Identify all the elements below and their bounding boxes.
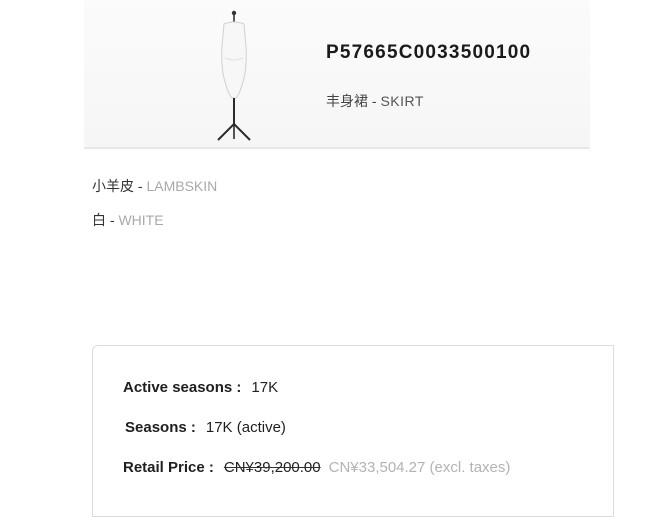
active-seasons-value: 17K — [251, 379, 279, 396]
net-price-value: CN¥33,504.27 (excl. taxes) — [328, 459, 511, 476]
color-english: WHITE — [118, 212, 164, 228]
material-english: LAMBSKIN — [146, 178, 218, 194]
seasons-value: 17K (active) — [205, 419, 286, 436]
retail-price-label: Retail Price : — [123, 459, 214, 476]
color-attribute: 白 - WHITE — [92, 210, 164, 230]
category-chinese: 丰身裙 — [326, 93, 368, 109]
material-attribute: 小羊皮 - LAMBSKIN — [92, 176, 217, 196]
retail-price-value: CN¥39,200.00 — [223, 459, 321, 476]
mannequin-image — [217, 10, 251, 141]
seasons-label: Seasons : — [125, 419, 196, 436]
active-seasons-label: Active seasons : — [123, 379, 242, 396]
category-separator: - — [368, 93, 381, 109]
seasons-row: Seasons : 17K (active) — [125, 419, 286, 436]
product-sku: P57665C0033500100 — [326, 42, 532, 63]
material-chinese: 小羊皮 — [92, 178, 134, 194]
active-seasons-row: Active seasons : 17K — [123, 379, 278, 396]
product-header — [84, 0, 590, 149]
retail-price-row: Retail Price : CN¥39,200.00 CN¥33,504.27 (… — [123, 459, 510, 476]
product-details-card: Active seasons : 17K Seasons : 17K (active… — [92, 345, 614, 517]
material-separator: - — [134, 178, 147, 194]
product-category: 丰身裙 - SKIRT — [326, 91, 424, 111]
color-separator: - — [106, 212, 119, 228]
color-chinese: 白 — [92, 212, 106, 228]
category-english: SKIRT — [380, 93, 424, 109]
